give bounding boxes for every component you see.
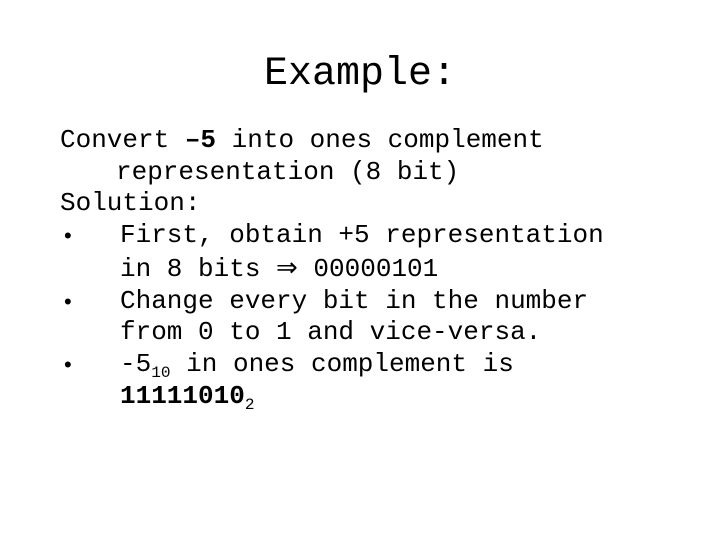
solution-label: Solution: xyxy=(60,188,660,220)
intro-post: into ones complement xyxy=(216,125,544,155)
text: in ones complement is xyxy=(171,349,514,379)
subscript: 2 xyxy=(245,396,255,414)
slide-body: Convert –5 into ones complement represen… xyxy=(60,125,660,412)
slide: Example: Convert –5 into ones complement… xyxy=(0,0,720,540)
bullet-marker: • xyxy=(60,349,120,381)
bullet-marker: • xyxy=(60,286,120,318)
bullet-line: from 0 to 1 and vice-versa. xyxy=(120,317,660,349)
bullet-line: First, obtain +5 representation xyxy=(120,220,660,252)
bullet-item: • -510 in ones complement is 111110102 xyxy=(60,349,660,412)
bullet-item: • First, obtain +5 representation in 8 b… xyxy=(60,220,660,285)
text: in 8 bits xyxy=(120,254,276,284)
slide-title: Example: xyxy=(60,52,660,97)
bullet-line: 111110102 xyxy=(120,381,660,413)
bullet-text: -510 in ones complement is 111110102 xyxy=(120,349,660,412)
bullet-marker: • xyxy=(60,220,120,252)
intro-bold: –5 xyxy=(185,125,216,155)
intro-line-1: Convert –5 into ones complement xyxy=(60,125,660,157)
bullet-text: Change every bit in the number from 0 to… xyxy=(120,286,660,349)
subscript: 10 xyxy=(151,364,170,382)
result-binary: 11111010 xyxy=(120,381,245,411)
intro-line-2: representation (8 bit) xyxy=(60,157,660,189)
bullet-item: • Change every bit in the number from 0 … xyxy=(60,286,660,349)
text: 00000101 xyxy=(298,254,438,284)
text: -5 xyxy=(120,349,151,379)
intro-pre: Convert xyxy=(60,125,185,155)
bullet-line: in 8 bits ⇒ 00000101 xyxy=(120,252,660,286)
bullet-text: First, obtain +5 representation in 8 bit… xyxy=(120,220,660,285)
bullet-line: Change every bit in the number xyxy=(120,286,660,318)
arrow-icon: ⇒ xyxy=(276,252,298,282)
bullet-line: -510 in ones complement is xyxy=(120,349,660,381)
